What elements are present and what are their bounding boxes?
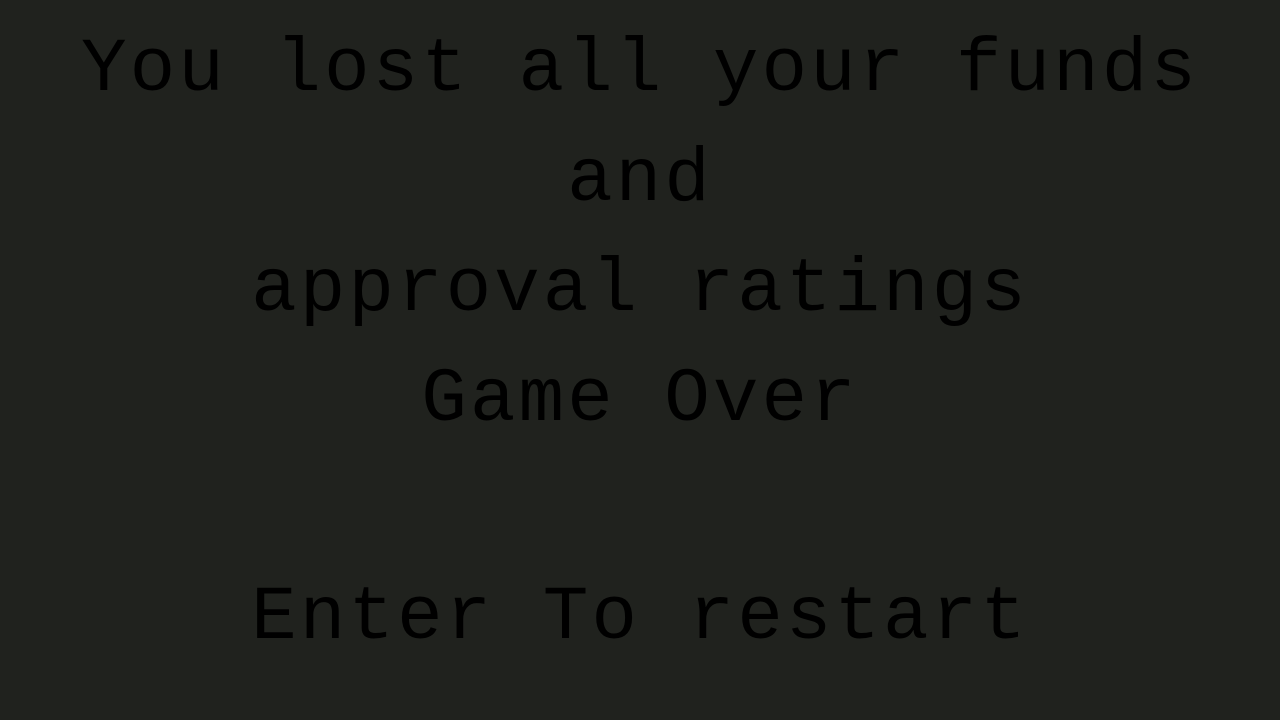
loss-message-line-3: approval ratings — [251, 247, 1029, 333]
loss-message-line-2: and — [567, 137, 713, 223]
loss-message-line-1: You lost all your funds — [81, 27, 1199, 113]
restart-prompt[interactable]: Enter To restart — [0, 563, 1280, 673]
game-over-screen: You lost all your funds and approval rat… — [0, 0, 1280, 720]
game-over-title: Game Over — [421, 357, 859, 443]
